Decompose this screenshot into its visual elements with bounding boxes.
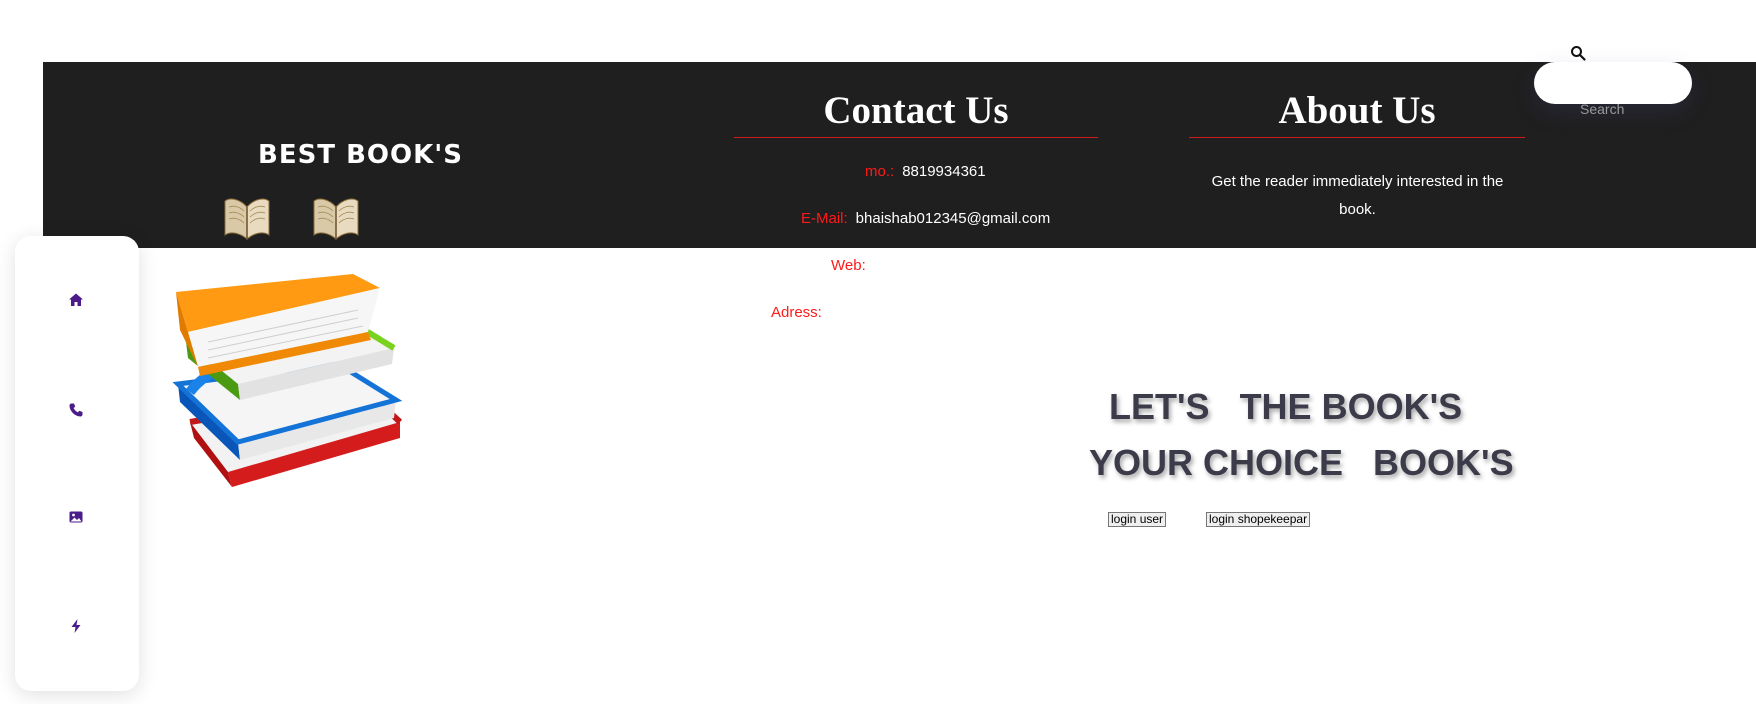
brand-title: BEST BOOK'S — [258, 140, 463, 170]
contact-email-row: E-Mail: bhaishab012345@gmail.com — [801, 210, 1050, 227]
search-input[interactable] — [1534, 62, 1692, 104]
phone-icon[interactable] — [68, 402, 84, 418]
email-value[interactable]: bhaishab012345@gmail.com — [856, 210, 1051, 227]
home-icon[interactable] — [68, 292, 84, 308]
login-shopkeeper-button[interactable]: login shopekeepar — [1206, 512, 1311, 527]
hero-line-1: LET'S THE BOOK'S — [1109, 386, 1463, 427]
books-stack-image — [172, 274, 403, 487]
login-user-button[interactable]: login user — [1108, 512, 1167, 527]
search-icon[interactable] — [1570, 45, 1586, 61]
about-text: Get the reader immediately interested in… — [1211, 173, 1504, 218]
open-book-icon — [224, 198, 270, 241]
open-book-icon — [313, 198, 359, 241]
hero-line-2: YOUR CHOICE BOOK'S — [1089, 442, 1514, 483]
search-placeholder: Search — [1580, 101, 1625, 117]
contact-web-row: Web: — [831, 257, 874, 274]
email-label: E-Mail: — [801, 210, 848, 227]
web-label: Web: — [831, 257, 866, 274]
about-heading: About Us — [1278, 89, 1436, 132]
contact-address-row: Adress: — [771, 304, 830, 321]
address-label: Adress: — [771, 304, 822, 321]
page: BEST BOOK'S Contact Us mo.: 8819934361 E-… — [0, 0, 1756, 704]
phone-value: 8819934361 — [902, 163, 986, 180]
contact-phone-row: mo.: 8819934361 — [865, 163, 986, 180]
contact-heading: Contact Us — [823, 89, 1009, 132]
contact-divider — [734, 137, 1098, 138]
lightning-icon[interactable] — [68, 618, 84, 634]
about-divider — [1189, 137, 1525, 138]
image-icon[interactable] — [68, 509, 84, 525]
phone-label: mo.: — [865, 163, 895, 180]
